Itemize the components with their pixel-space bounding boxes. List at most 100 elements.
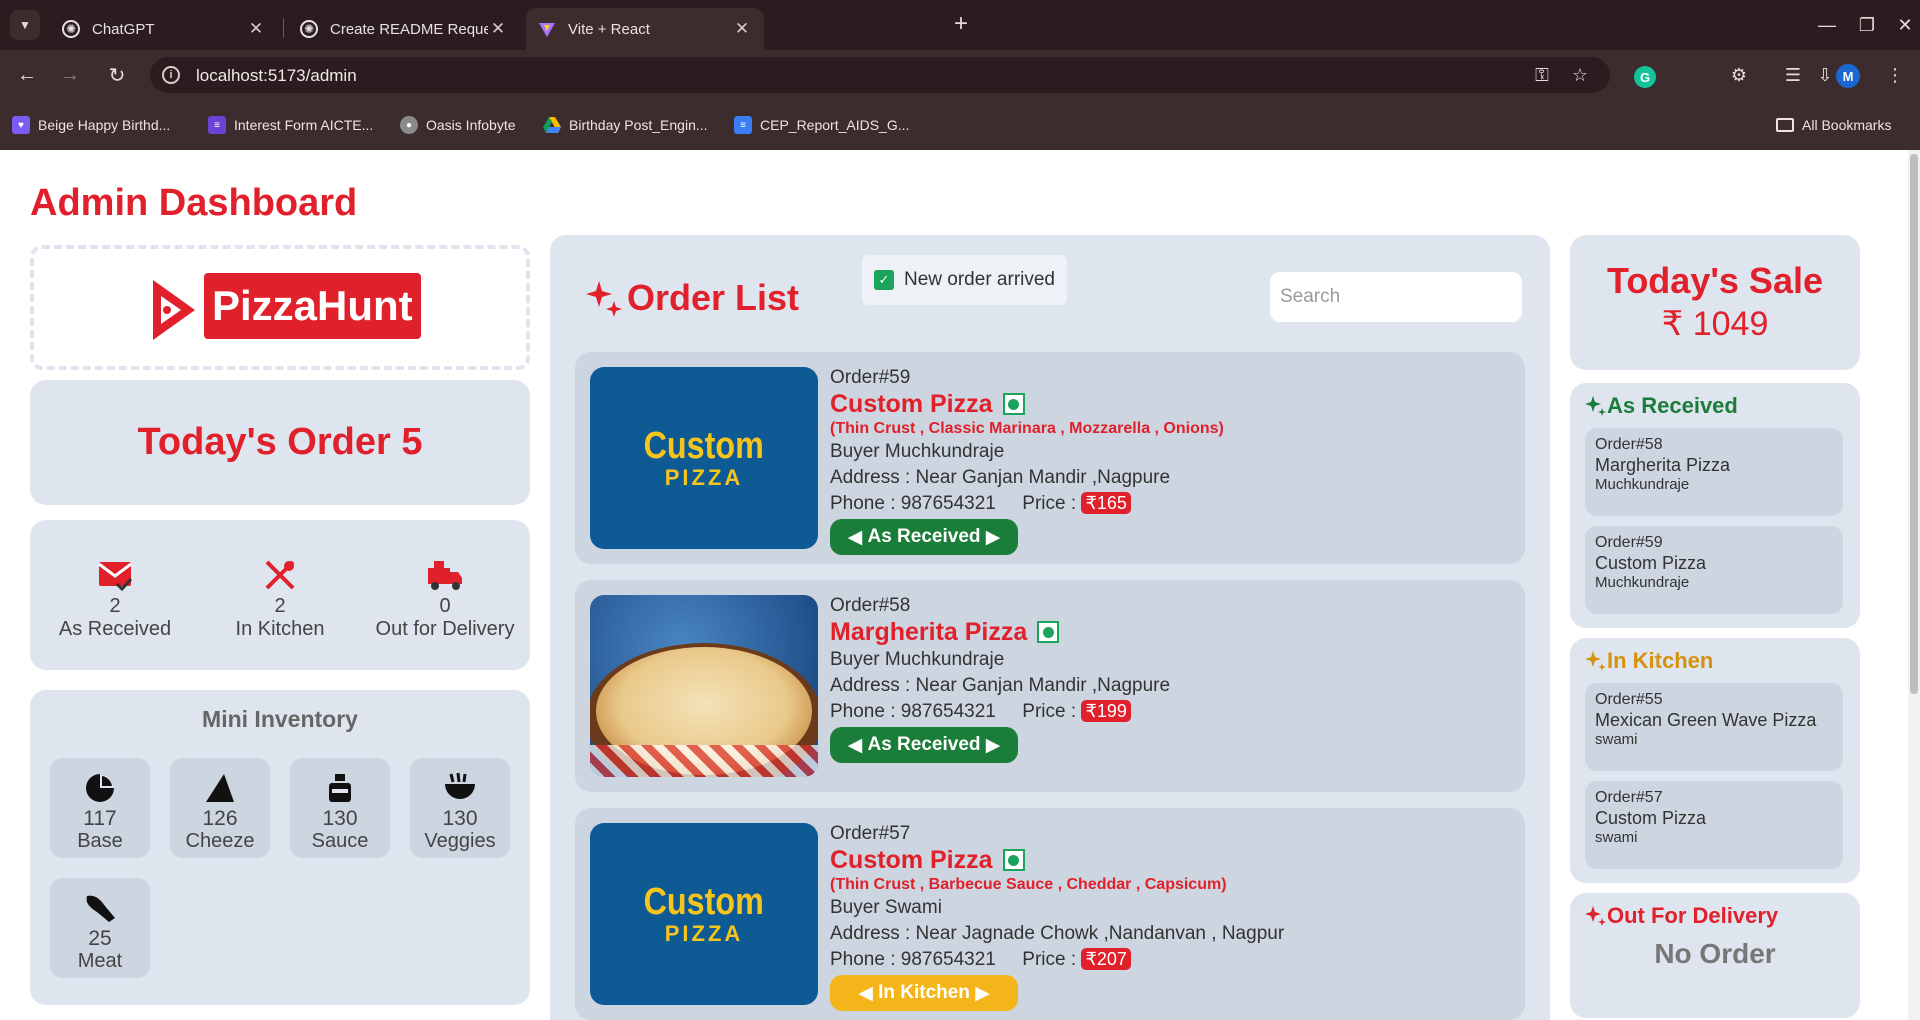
veg-icon [1002, 849, 1025, 871]
tablecloth [590, 745, 818, 777]
chevron-right-icon[interactable]: ▶ [981, 734, 1001, 757]
restore-icon[interactable]: ❐ [1852, 10, 1882, 40]
media-icon[interactable]: ☰ [1778, 60, 1808, 90]
inventory-item-meat[interactable]: 25 Meat [50, 878, 150, 978]
search-input[interactable] [1270, 272, 1522, 322]
profile-avatar[interactable]: M [1836, 64, 1860, 88]
extensions-icon[interactable]: ⚙ [1724, 60, 1754, 90]
chevron-left-icon[interactable]: ◀ [848, 526, 868, 549]
forward-icon[interactable]: → [55, 60, 85, 90]
scrollbar-thumb[interactable] [1910, 154, 1918, 694]
bookmark-item[interactable]: Birthday Post_Engin... [543, 115, 708, 135]
bookmark-star-icon[interactable]: ☆ [1568, 63, 1592, 87]
tab-search-dropdown[interactable]: ▼ [10, 10, 40, 40]
chevron-left-icon[interactable]: ◀ [848, 734, 868, 757]
buyer: Buyer Muchkundraje [830, 649, 1005, 670]
buyer: Buyer Muchkundraje [830, 441, 1005, 462]
pizza-name: Custom Pizza [830, 845, 1510, 875]
mini-buyer: swami [1595, 829, 1638, 846]
close-window-icon[interactable]: ✕ [1890, 10, 1920, 40]
mini-order-card[interactable]: Order#58 Margherita Pizza Muchkundraje [1585, 428, 1843, 516]
phone-price-row: Phone : 987654321 Price : ₹207 [830, 947, 1510, 973]
chatgpt-icon: ✺ [62, 20, 80, 38]
tab-vite-react[interactable]: Vite + React ✕ [526, 8, 764, 50]
order-list-title: Order List [585, 277, 799, 319]
order-number: Order#59 [830, 367, 911, 388]
bookmark-item[interactable]: ♥ Beige Happy Birthd... [12, 115, 170, 135]
mini-pizza-name: Mexican Green Wave Pizza [1595, 710, 1817, 730]
admin-page: Admin Dashboard PizzaHunt Today's Order … [0, 150, 1920, 1020]
tab-chatgpt[interactable]: ✺ ChatGPT ✕ [50, 8, 278, 50]
order-status-summary: 2 As Received 2 In Kitchen 0 Out for Del… [30, 520, 530, 670]
todays-sale-card: Today's Sale ₹ 1049 [1570, 235, 1860, 370]
tab-readme[interactable]: ✺ Create README Request ✕ [288, 8, 520, 50]
new-order-toast: ✓ New order arrived [862, 255, 1067, 305]
menu-icon[interactable]: ⋮ [1880, 60, 1910, 90]
margherita-pizza-image [590, 595, 818, 777]
mini-order-number: Order#59 [1595, 534, 1663, 551]
password-key-icon[interactable]: ⚿ [1530, 63, 1554, 87]
status-as-received[interactable]: 2 As Received [35, 555, 195, 641]
out-for-delivery-panel: Out For Delivery No Order [1570, 893, 1860, 1018]
chevron-right-icon[interactable]: ▶ [981, 526, 1001, 549]
inventory-item-cheeze[interactable]: 126 Cheeze [170, 758, 270, 858]
inventory-item-sauce[interactable]: 130 Sauce [290, 758, 390, 858]
all-bookmarks-label: All Bookmarks [1802, 117, 1892, 133]
bookmark-label: Beige Happy Birthd... [38, 117, 171, 133]
site-info-icon[interactable]: i [162, 66, 180, 84]
address: Address : Near Ganjan Mandir ,Nagpure [830, 467, 1171, 488]
image-text: PIZZA [664, 465, 744, 490]
in-kitchen-heading: In Kitchen [1585, 648, 1713, 674]
close-tab-icon[interactable]: ✕ [246, 19, 266, 39]
tab-title: Create README Request [330, 20, 488, 38]
status-button[interactable]: ◀ In Kitchen ▶ [830, 975, 1018, 1011]
reload-icon[interactable]: ↻ [102, 60, 132, 90]
inventory-label: Sauce [311, 830, 369, 852]
bookmark-label: CEP_Report_AIDS_G... [760, 117, 910, 133]
bookmark-label: Interest Form AICTE... [234, 117, 374, 133]
drive-icon [543, 116, 561, 134]
vite-icon [538, 20, 556, 38]
bookmark-item[interactable]: ● Oasis Infobyte [400, 115, 516, 135]
inventory-item-veggies[interactable]: 130 Veggies [410, 758, 510, 858]
new-tab-button[interactable]: + [947, 10, 975, 38]
chatgpt-icon: ✺ [300, 20, 318, 38]
status-button[interactable]: ◀ As Received ▶ [830, 519, 1018, 555]
heading-text: Out For Delivery [1607, 903, 1779, 928]
status-button-label: In Kitchen [878, 982, 970, 1003]
minimize-icon[interactable]: — [1812, 10, 1842, 40]
mini-order-card[interactable]: Order#57 Custom Pizza swami [1585, 781, 1843, 869]
toppings: (Thin Crust , Classic Marinara , Mozzare… [830, 420, 1224, 437]
page-scrollbar[interactable] [1908, 150, 1920, 1020]
url-field[interactable]: i localhost:5173/admin ⚿ ☆ [150, 57, 1610, 93]
all-bookmarks[interactable]: All Bookmarks [1776, 115, 1891, 135]
chevron-right-icon[interactable]: ▶ [970, 982, 990, 1005]
status-button[interactable]: ◀ As Received ▶ [830, 727, 1018, 763]
price-badge: ₹207 [1081, 948, 1131, 970]
delivery-truck-icon [365, 555, 525, 595]
pizza-name-text: Custom Pizza [830, 846, 993, 874]
status-in-kitchen[interactable]: 2 In Kitchen [200, 555, 360, 641]
folder-icon [1776, 118, 1794, 132]
mini-pizza-name: Custom Pizza [1595, 553, 1707, 573]
inventory-item-base[interactable]: 117 Base [50, 758, 150, 858]
back-icon[interactable]: ← [12, 60, 42, 90]
close-tab-icon[interactable]: ✕ [488, 19, 508, 39]
status-label: Out for Delivery [375, 618, 515, 640]
bookmark-item[interactable]: ≡ CEP_Report_AIDS_G... [734, 115, 909, 135]
chevron-left-icon[interactable]: ◀ [858, 982, 878, 1005]
mini-order-number: Order#58 [1595, 436, 1663, 453]
inventory-label: Cheeze [185, 830, 255, 852]
bookmark-item[interactable]: ≡ Interest Form AICTE... [208, 115, 373, 135]
todays-order-card: Today's Order 5 [30, 380, 530, 505]
mini-buyer: swami [1595, 731, 1638, 748]
mini-order-card[interactable]: Order#59 Custom Pizza Muchkundraje [1585, 526, 1843, 614]
pizza-name-text: Margherita Pizza [830, 618, 1028, 646]
grammarly-icon[interactable]: G [1634, 66, 1656, 88]
mini-pizza-name: Margherita Pizza [1595, 455, 1731, 475]
mini-order-card[interactable]: Order#55 Mexican Green Wave Pizza swami [1585, 683, 1843, 771]
url-text[interactable]: localhost:5173/admin [196, 66, 357, 86]
status-out-for-delivery[interactable]: 0 Out for Delivery [365, 555, 525, 641]
status-button-label: As Received [867, 734, 981, 755]
close-tab-icon[interactable]: ✕ [732, 19, 752, 39]
